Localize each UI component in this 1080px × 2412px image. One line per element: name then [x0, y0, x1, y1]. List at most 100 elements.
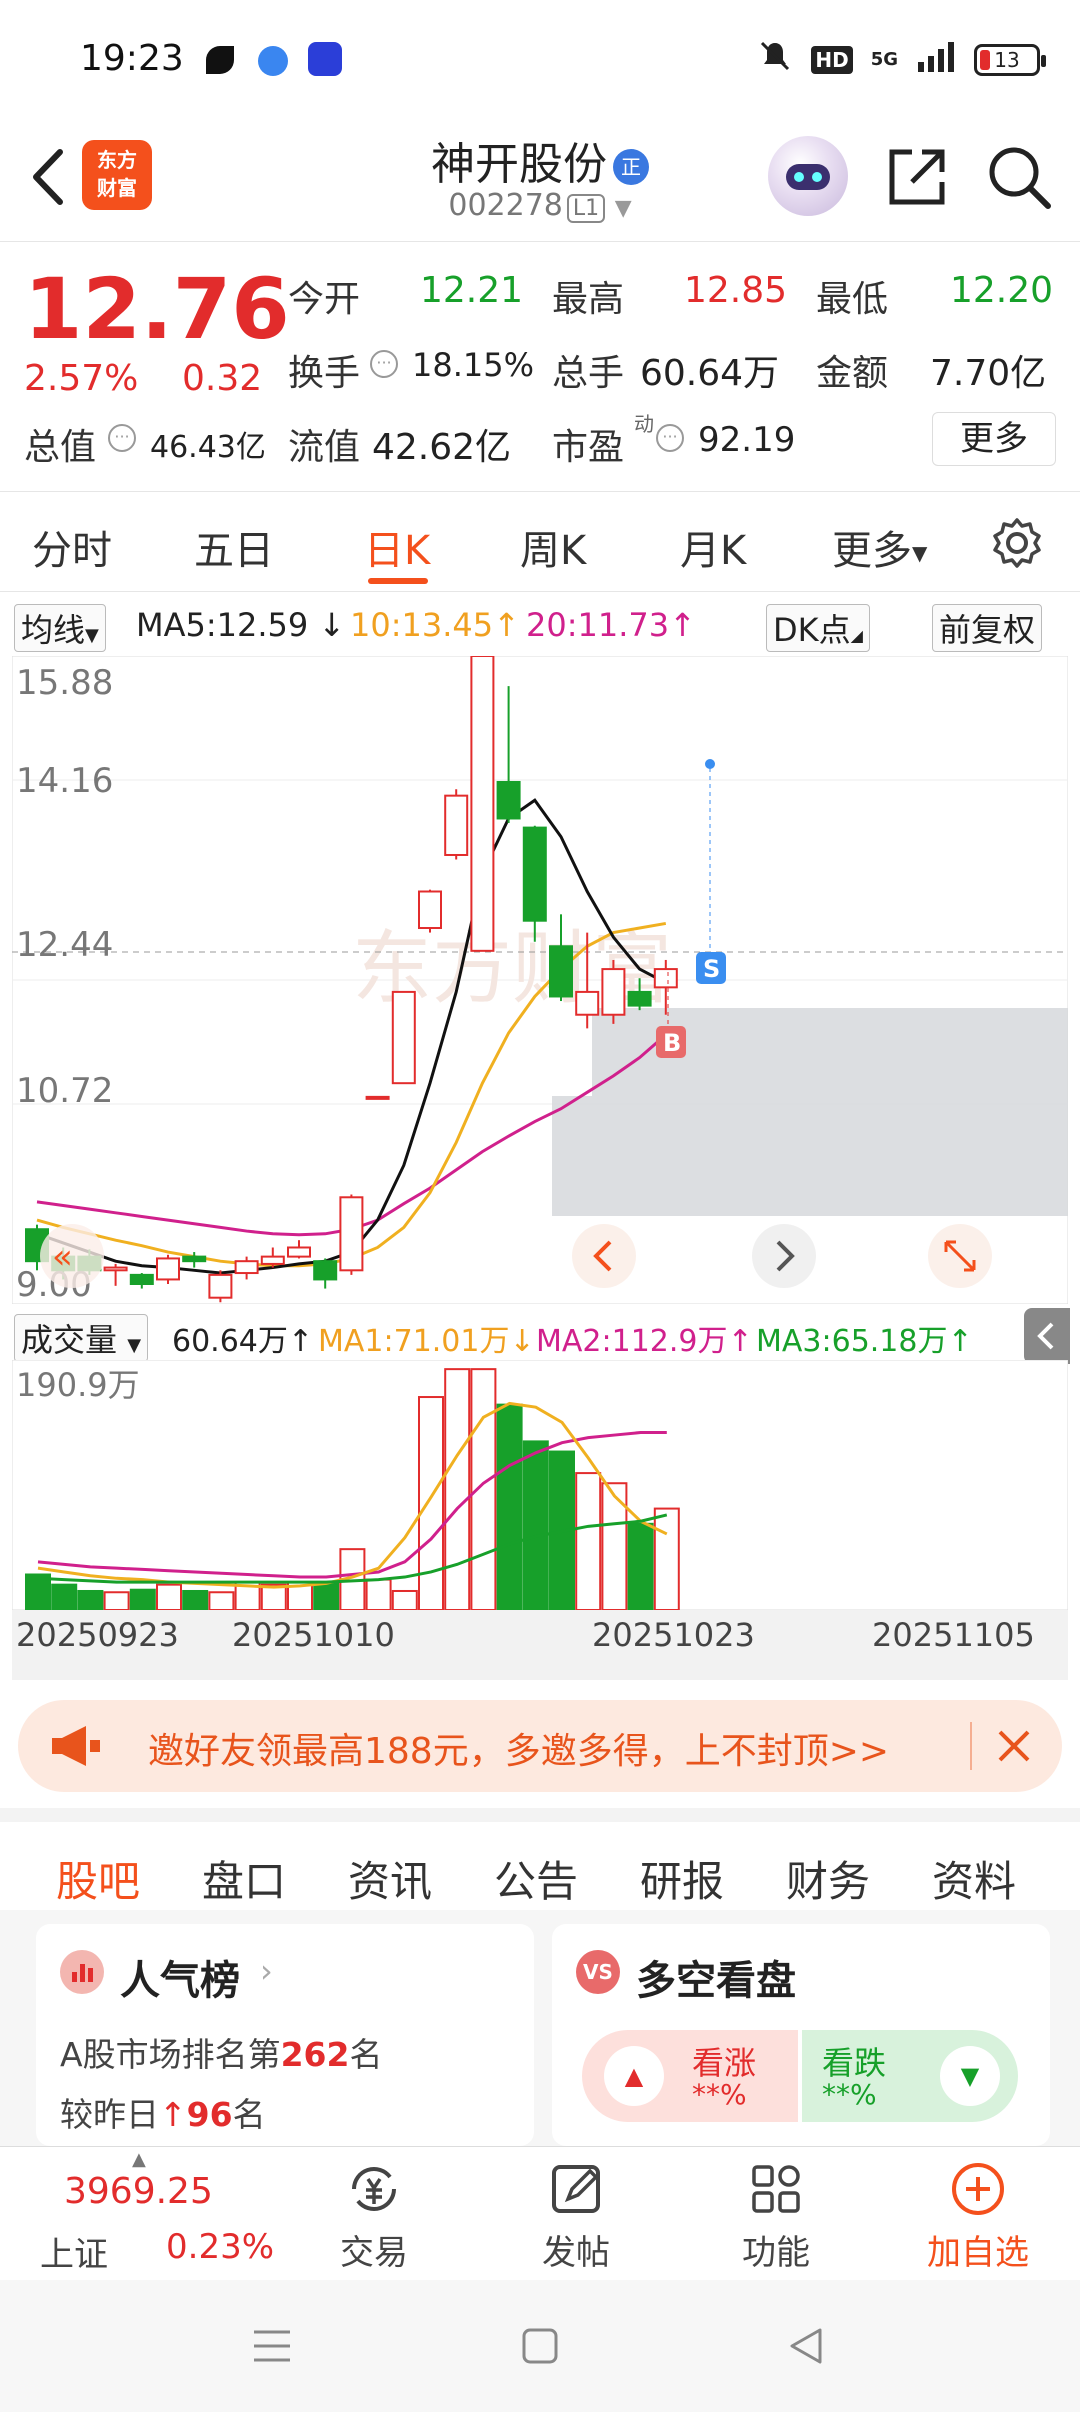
chevron-left-icon [1037, 1322, 1054, 1350]
amount-value: 7.70亿 [930, 353, 1047, 394]
date-label: 20251105 [872, 1616, 1035, 1654]
nav-add-watchlist[interactable]: 加自选 [878, 2159, 1078, 2274]
yen-exchange-icon [274, 2159, 474, 2219]
bottom-nav: ▲ 3969.25 上证 0.23% 交易 发帖 功能 加自选 [0, 2146, 1080, 2280]
home-icon[interactable] [518, 2324, 562, 2372]
high-label: 最高 [552, 279, 625, 320]
volume-bar [627, 1522, 654, 1610]
tab-announcements[interactable]: 公告 [494, 1848, 578, 1909]
menu-icon[interactable] [250, 2324, 294, 2372]
dk-point-button[interactable]: DK点◢ [766, 604, 870, 652]
info-cards: 人气榜 › A股市场排名第262名 较昨日↑96名 VS 多空看盘 ▲ 看涨 *… [0, 1910, 1080, 2146]
gear-icon[interactable] [990, 516, 1044, 570]
sell-marker-dot [705, 759, 715, 769]
tab-guba[interactable]: 股吧 [56, 1848, 140, 1909]
double-left-icon: « [52, 1237, 73, 1277]
tab-news[interactable]: 资讯 [348, 1848, 432, 1909]
bear-pct: **% [822, 2078, 877, 2111]
nav-trade-label: 交易 [340, 2233, 408, 2273]
tab-research[interactable]: 研报 [640, 1848, 724, 1909]
caret-down-icon: ▼ [127, 1335, 142, 1356]
promo-banner[interactable]: 邀好友领最高188元，多邀多得，上不封顶>> [18, 1700, 1062, 1792]
tab-monthly-k[interactable]: 月K [680, 518, 746, 576]
info-icon[interactable]: ··· [656, 424, 684, 452]
section-tabs: 股吧 盘口 资讯 公告 研报 财务 资料 [0, 1808, 1080, 1916]
browser-notification-icon [258, 46, 288, 76]
tab-intraday[interactable]: 分时 [32, 518, 112, 576]
scroll-left-button [572, 1224, 636, 1288]
rank-chart-icon [60, 1950, 104, 1994]
flashlight-notification-icon [308, 42, 342, 76]
candle-body [156, 1257, 180, 1281]
stock-code-text: 002278 [448, 188, 563, 223]
volume-value: 60.64万 [640, 353, 780, 394]
signal-icon [916, 40, 956, 79]
level-badge: L1 [566, 194, 606, 223]
triangle-up-icon: ▲ [604, 2046, 664, 2106]
candle-body [313, 1260, 338, 1281]
turnover-label: 换手 [288, 353, 361, 394]
period-tabs: 分时 五日 日K 周K 月K 更多▼ [0, 492, 1080, 592]
more-button[interactable]: 更多 [932, 412, 1056, 466]
tab-order-book[interactable]: 盘口 [202, 1848, 286, 1909]
caret-down-icon: ▼ [912, 541, 928, 565]
share-icon[interactable] [882, 142, 952, 212]
price-tick: 15.88 [16, 663, 113, 703]
info-icon[interactable]: ··· [370, 350, 398, 378]
nav-post-label: 发帖 [542, 2233, 610, 2273]
price-tick: 14.16 [16, 761, 113, 801]
nav-trade[interactable]: 交易 [274, 2159, 474, 2274]
candle-body [653, 968, 678, 989]
open-value: 12.21 [420, 270, 524, 311]
ma-selector[interactable]: 均线▼ [14, 604, 106, 652]
tab-profile[interactable]: 资料 [932, 1848, 1016, 1909]
search-icon[interactable] [984, 142, 1054, 212]
volume-selector[interactable]: 成交量 ▼ [14, 1314, 149, 1362]
scroll-right-button [752, 1224, 816, 1288]
ma10-text: 10:13.45 [350, 606, 494, 644]
ma20-value: 20:11.73↑ [526, 606, 696, 644]
bull-button[interactable]: ▲ 看涨 **% [582, 2030, 798, 2122]
volume-selector-label: 成交量 [21, 1321, 118, 1359]
float-label: 流值 [288, 427, 361, 468]
ma10-value: 10:13.45↑ [350, 606, 520, 644]
rank-change-suffix: 名 [232, 2095, 266, 2134]
bear-button[interactable]: 看跌 **% ▼ [802, 2030, 1018, 2122]
bull-bear-card[interactable]: VS 多空看盘 ▲ 看涨 **% 看跌 **% ▼ [552, 1924, 1050, 2146]
collapse-panel-button[interactable] [1024, 1308, 1070, 1364]
index-ticker[interactable]: ▲ 3969.25 上证 0.23% [20, 2147, 280, 2281]
price-change: 0.32 [182, 358, 263, 399]
ai-assistant-icon[interactable] [768, 136, 848, 216]
nav-post[interactable]: 发帖 [476, 2159, 676, 2274]
nav-functions[interactable]: 功能 [676, 2159, 876, 2274]
caret-up-icon: ▲ [132, 2149, 146, 2170]
system-nav-bar [0, 2280, 1080, 2412]
tab-financials[interactable]: 财务 [786, 1848, 870, 1909]
mute-icon [757, 38, 793, 81]
date-label: 20251023 [592, 1616, 755, 1654]
back-triangle-icon[interactable] [784, 2324, 828, 2372]
tab-daily-k[interactable]: 日K [364, 518, 430, 576]
candle-body [601, 968, 626, 1016]
volume-bar [444, 1368, 471, 1610]
info-icon[interactable]: ··· [108, 424, 136, 452]
tab-five-day[interactable]: 五日 [194, 518, 274, 576]
kline-chart[interactable]: 东方财富 B S 15.88 14.16 12.44 10.72 9.00 « [12, 656, 1068, 1304]
code-dropdown-icon: ▼ [614, 196, 632, 221]
pe-superscript: 动 [634, 412, 654, 436]
active-tab-indicator [368, 578, 428, 584]
up-arrow-icon: ↑ [159, 2095, 187, 2134]
vol-ma3-text: MA3:65.18万 [756, 1324, 948, 1359]
adjust-button[interactable]: 前复权 [932, 604, 1043, 652]
battery-icon: 13 [974, 43, 1046, 76]
rank-change-value: 96 [186, 2095, 233, 2134]
volume-bar [653, 1507, 680, 1610]
vol-ma1-text: MA1:71.01万 [318, 1324, 510, 1359]
volume-value: 60.64万↑ [172, 1324, 314, 1359]
volume-chart[interactable]: 190.9万 [12, 1360, 1068, 1610]
candle-body [418, 890, 442, 930]
tab-weekly-k[interactable]: 周K [520, 518, 586, 576]
close-icon[interactable] [990, 1722, 1038, 1774]
popularity-card[interactable]: 人气榜 › A股市场排名第262名 较昨日↑96名 [36, 1924, 534, 2146]
tab-more[interactable]: 更多▼ [832, 518, 927, 576]
